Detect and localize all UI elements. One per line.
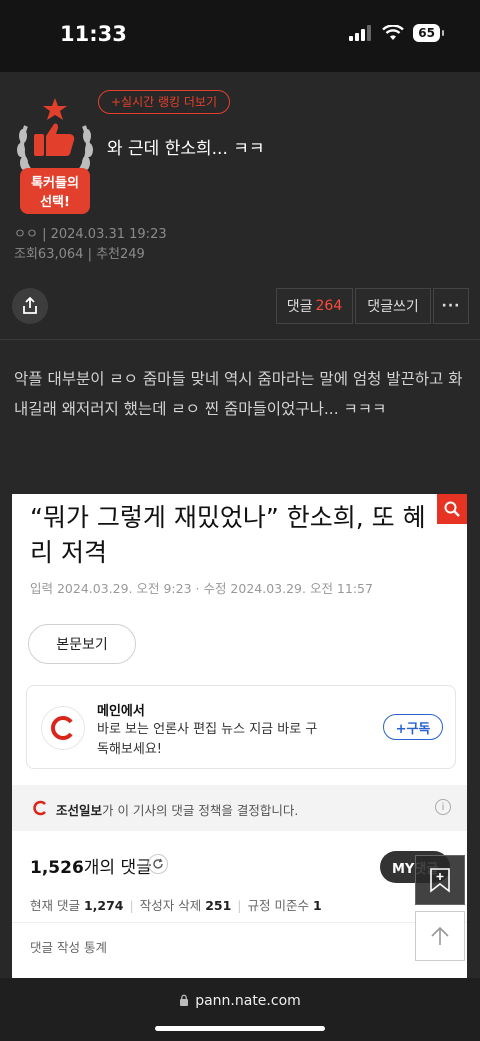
bookmark-icon xyxy=(430,868,450,893)
arrow-up-icon xyxy=(431,926,449,945)
recommend-count: 249 xyxy=(120,247,145,262)
article-comment-count: 1,526개의 댓글 xyxy=(30,853,152,878)
article-dates: 입력 2024.03.29. 오전 9:23 · 수정 2024.03.29. … xyxy=(30,581,373,596)
signal-icon xyxy=(349,25,372,41)
post-meta-author-date: ㅇㅇ | 2024.03.31 19:23 xyxy=(14,227,167,242)
subscribe-card: 메인에서 바로 보는 언론사 편집 뉴스 지금 바로 구독해보세요! +구독 xyxy=(26,685,456,769)
search-icon xyxy=(437,494,467,524)
post-action-group: 댓글 264 댓글쓰기 ··· xyxy=(276,288,469,324)
bookmark-button[interactable] xyxy=(415,855,465,905)
comment-count-number: 1,526 xyxy=(30,858,84,878)
post-title: 와 근데 한소희... ㅋㅋ xyxy=(107,139,265,159)
policy-text: 가 이 기사의 댓글 정책을 결정합니다. xyxy=(102,803,299,818)
embedded-article-image: “뭐가 그렇게 재밌었나” 한소희, 또 혜리 저격 입력 2024.03.29… xyxy=(12,494,467,978)
views-label: 조회 xyxy=(14,247,38,262)
post-body-text: 악플 대부분이 ㄹㅇ 줌마들 맞네 역시 줌마라는 말에 엄청 발끈하고 화내길… xyxy=(14,370,463,418)
realtime-ranking-link[interactable]: +실시간 랭킹 더보기 xyxy=(98,90,231,114)
stats-divider xyxy=(12,922,467,923)
article-headline: “뭐가 그렇게 재밌었나” 한소희, 또 혜리 저격 xyxy=(30,503,426,567)
wifi-icon xyxy=(382,25,405,40)
browser-bottom-bar: pann.nate.com xyxy=(0,978,480,1041)
status-icons: 65 xyxy=(349,24,444,42)
view-original-button: 본문보기 xyxy=(28,624,136,664)
battery-indicator: 65 xyxy=(413,24,444,42)
comments-label: 댓글 xyxy=(286,299,313,315)
comment-policy-text: 조선일보가 이 기사의 댓글 정책을 결정합니다. xyxy=(56,800,298,819)
policy-press-name: 조선일보 xyxy=(56,803,103,818)
toker-choice-badge: 톡커들의 선택! xyxy=(17,98,93,214)
press-small-logo-icon xyxy=(33,800,46,816)
post-meta-stats: 조회63,064 | 추천249 xyxy=(14,247,145,262)
scroll-top-button[interactable] xyxy=(415,911,465,961)
recommend-label: 추천 xyxy=(96,247,120,262)
info-icon: i xyxy=(435,799,451,815)
share-button[interactable] xyxy=(12,288,48,324)
address-bar[interactable]: pann.nate.com xyxy=(0,993,480,1009)
views-count: 63,064 xyxy=(37,247,84,262)
status-time: 11:33 xyxy=(60,22,127,46)
comments-count: 264 xyxy=(315,298,343,314)
subscribe-card-title: 메인에서 xyxy=(97,704,145,719)
url-text: pann.nate.com xyxy=(195,993,301,1009)
badge-text-line2: 선택! xyxy=(40,194,70,210)
status-bar: 11:33 65 xyxy=(0,0,480,72)
stats-deleted: 251 xyxy=(205,898,232,913)
write-comment-button[interactable]: 댓글쓰기 xyxy=(355,288,431,324)
header-divider xyxy=(0,339,480,340)
stats-current: 1,274 xyxy=(83,898,124,913)
post-date: 2024.03.31 19:23 xyxy=(50,227,167,242)
post-author[interactable]: ㅇㅇ xyxy=(14,227,38,242)
subscribe-card-desc: 바로 보는 언론사 편집 뉴스 지금 바로 구독해보세요! xyxy=(97,722,318,757)
comment-stats-title: 댓글 작성 통계 xyxy=(30,940,107,955)
press-logo-icon xyxy=(41,706,85,750)
stats-current-label: 현재 댓글 xyxy=(30,898,80,913)
comment-count-suffix: 개의 댓글 xyxy=(83,858,152,878)
badge-text-line1: 톡커들의 xyxy=(31,175,79,191)
lock-icon xyxy=(180,994,189,1006)
comment-policy-bar: 조선일보가 이 기사의 댓글 정책을 결정합니다. i xyxy=(12,785,467,831)
stats-deleted-label: 작성자 삭제 xyxy=(139,898,202,913)
stats-violation-label: 규정 미준수 xyxy=(247,898,309,913)
comments-button[interactable]: 댓글 264 xyxy=(276,288,353,324)
comment-stats: 현재 댓글 1,274 | 작성자 삭제 251 | 규정 미준수 1 xyxy=(30,898,322,913)
refresh-icon xyxy=(148,854,168,874)
stats-violation: 1 xyxy=(312,898,322,913)
home-indicator xyxy=(155,1026,325,1031)
subscribe-button: +구독 xyxy=(383,714,443,740)
share-icon xyxy=(23,297,37,314)
more-options-button[interactable]: ··· xyxy=(433,288,469,324)
